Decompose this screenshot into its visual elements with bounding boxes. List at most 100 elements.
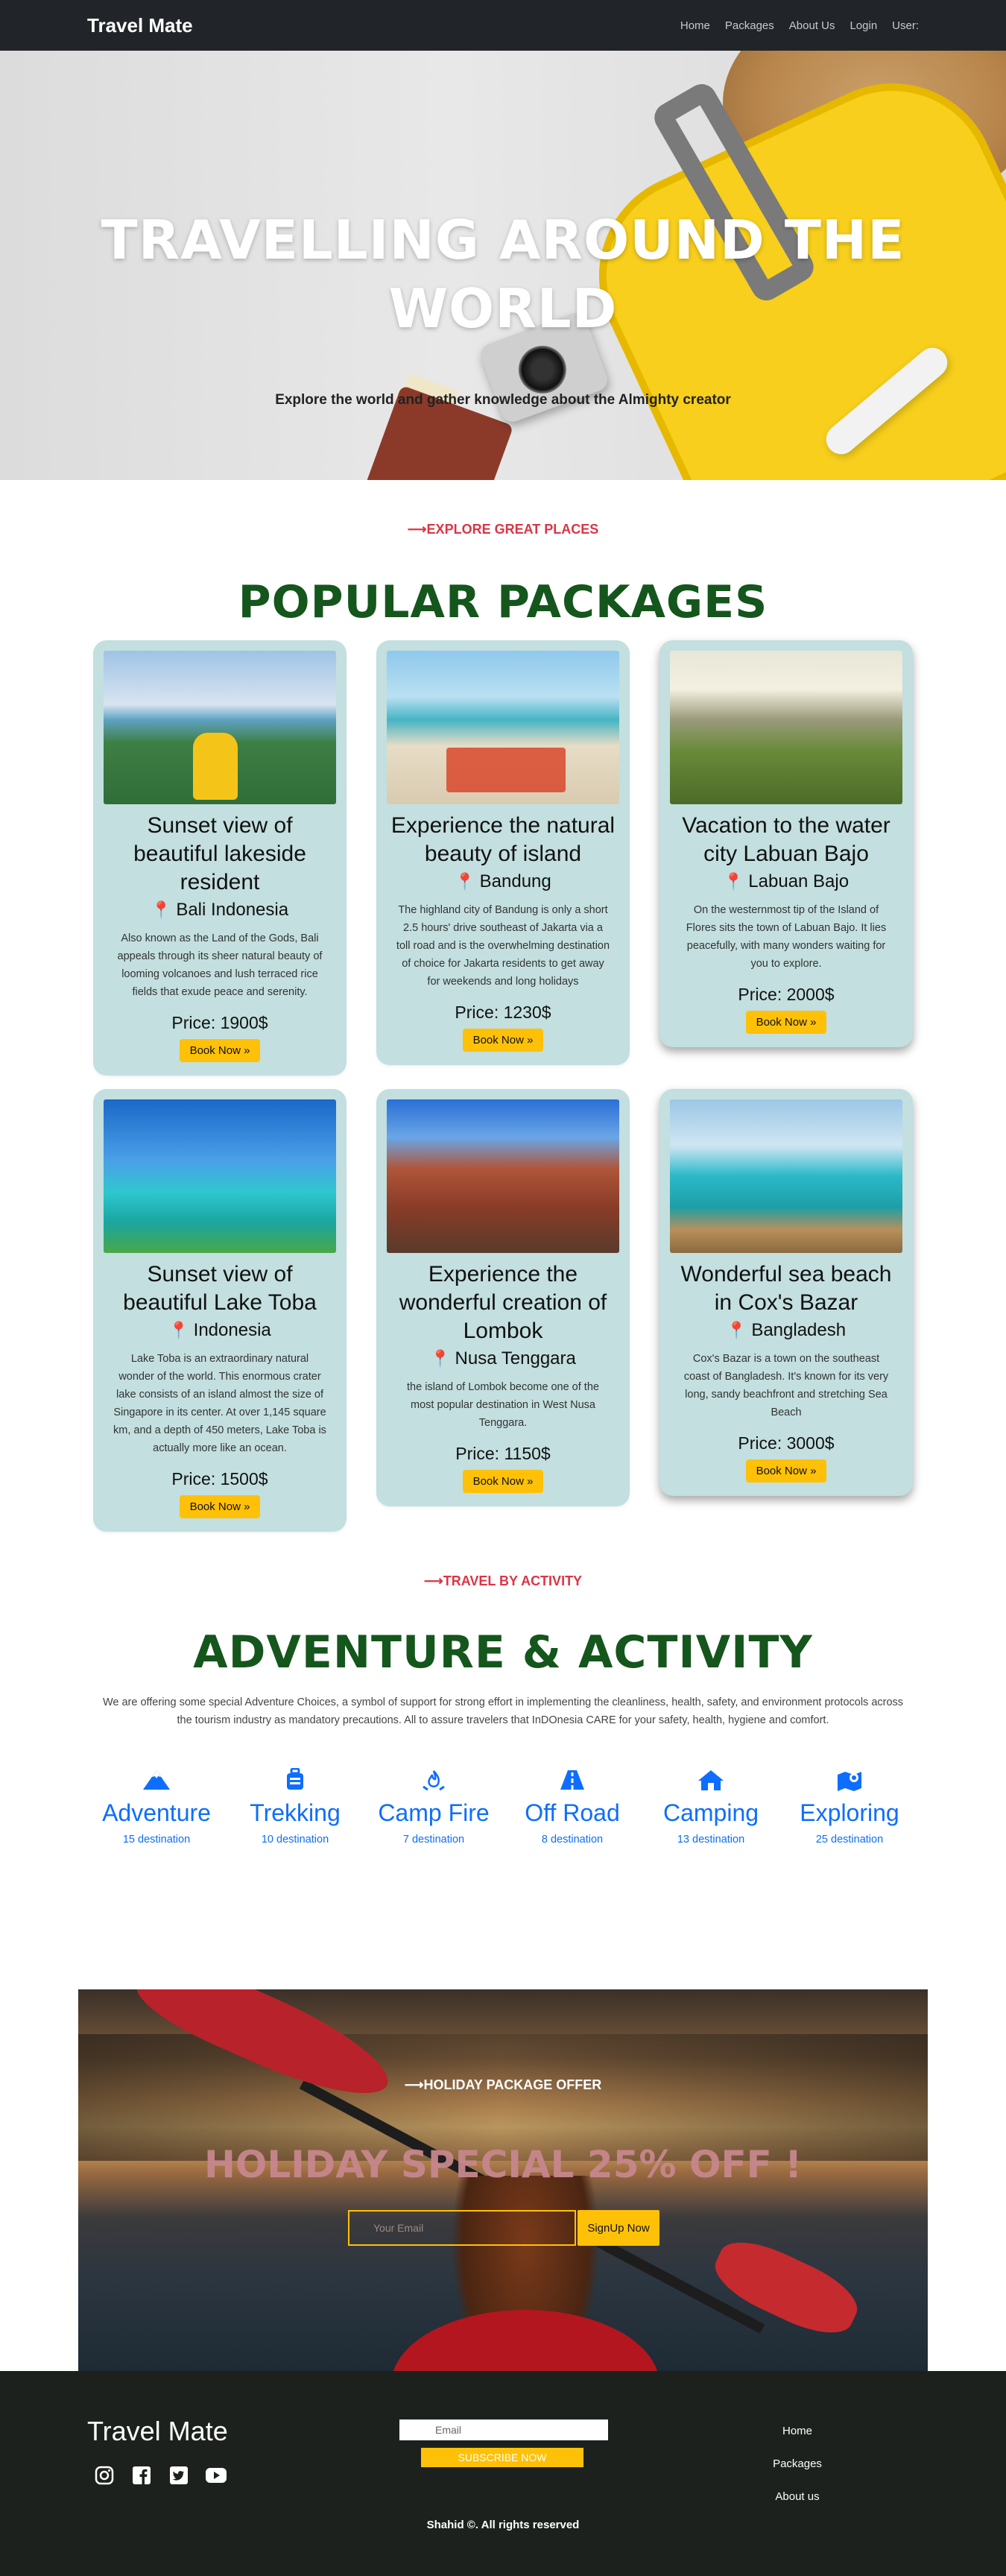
activity-count: 8 destination bbox=[541, 1834, 604, 1846]
package-location-text: Bandung bbox=[479, 871, 551, 891]
kayak-paddle-blade bbox=[706, 2229, 867, 2346]
package-price: Price: 1500$ bbox=[171, 1469, 268, 1489]
package-location-text: Indonesia bbox=[193, 1320, 271, 1340]
activity-list: Adventure 15 destination Trekking 10 des… bbox=[0, 1767, 1006, 1846]
package-location-text: Labuan Bajo bbox=[748, 871, 850, 891]
packages-grid: Sunset view of beautiful lakeside reside… bbox=[0, 640, 1006, 1532]
hero-subtitle: Explore the world and gather knowledge a… bbox=[275, 392, 731, 408]
packages-title: POPULAR PACKAGES bbox=[238, 576, 768, 628]
nav-packages-link[interactable]: Packages bbox=[725, 19, 774, 32]
activity-name: Off Road bbox=[525, 1799, 620, 1826]
package-description: The highland city of Bandung is only a s… bbox=[396, 904, 610, 988]
package-card: Sunset view of beautiful Lake Toba 📍 Indo… bbox=[93, 1089, 347, 1532]
campfire-icon bbox=[364, 1767, 503, 1793]
package-title: Experience the natural beauty of island bbox=[390, 813, 616, 866]
activity-offroad[interactable]: Off Road 8 destination bbox=[503, 1767, 642, 1846]
package-image bbox=[387, 651, 619, 804]
package-description: On the westernmost tip of the Island of … bbox=[686, 904, 887, 970]
activity-name: Camping bbox=[662, 1799, 759, 1826]
youtube-icon[interactable] bbox=[205, 2464, 227, 2487]
package-description: Lake Toba is an extraordinary natural wo… bbox=[113, 1353, 326, 1454]
activity-description: We are offering some special Adventure C… bbox=[102, 1696, 904, 1726]
package-description: Also known as the Land of the Gods, Bali… bbox=[117, 932, 323, 998]
footer-home-link[interactable]: Home bbox=[745, 2425, 850, 2437]
offer-title: HOLIDAY SPECIAL 25% OFF ! bbox=[203, 2143, 803, 2186]
package-title: Vacation to the water city Labuan Bajo bbox=[682, 813, 890, 866]
package-card: Sunset view of beautiful lakeside reside… bbox=[93, 640, 347, 1076]
navbar: Travel Mate Home Packages About Us Login… bbox=[0, 0, 1006, 51]
package-location: 📍 Indonesia bbox=[104, 1320, 336, 1341]
package-card: Experience the natural beauty of island … bbox=[376, 640, 630, 1065]
package-image bbox=[104, 651, 336, 804]
kayak-image bbox=[391, 2310, 659, 2371]
nav-user-link[interactable]: User: bbox=[892, 19, 919, 32]
package-description: Cox's Bazar is a town on the southeast c… bbox=[683, 1353, 889, 1418]
book-now-button[interactable]: Book Now » bbox=[179, 1039, 261, 1062]
nav-login-link[interactable]: Login bbox=[850, 19, 877, 32]
activity-campfire[interactable]: Camp Fire 7 destination bbox=[364, 1767, 503, 1846]
book-now-button[interactable]: Book Now » bbox=[462, 1470, 544, 1493]
package-description: the island of Lombok become one of the m… bbox=[407, 1381, 599, 1429]
footer-links: Home Packages About us bbox=[745, 2425, 850, 2523]
map-pin-icon: 📍 bbox=[726, 1321, 747, 1339]
package-title: Sunset view of beautiful lakeside reside… bbox=[133, 813, 306, 894]
nav-links: Home Packages About Us Login User: bbox=[680, 19, 919, 32]
footer-about-link[interactable]: About us bbox=[745, 2490, 850, 2503]
facebook-icon[interactable] bbox=[130, 2464, 153, 2487]
nav-home-link[interactable]: Home bbox=[680, 19, 710, 32]
instagram-icon[interactable] bbox=[93, 2464, 116, 2487]
activity-count: 15 destination bbox=[122, 1834, 191, 1846]
package-price: Price: 1150$ bbox=[455, 1444, 551, 1463]
package-location-text: Bangladesh bbox=[751, 1320, 847, 1340]
footer-packages-link[interactable]: Packages bbox=[745, 2457, 850, 2470]
road-icon bbox=[503, 1767, 642, 1793]
book-now-button[interactable]: Book Now » bbox=[745, 1011, 827, 1034]
book-now-button[interactable]: Book Now » bbox=[745, 1459, 827, 1483]
activity-count: 7 destination bbox=[402, 1834, 465, 1846]
package-location: 📍 Bandung bbox=[387, 871, 619, 892]
package-location: 📍 Labuan Bajo bbox=[670, 871, 902, 892]
map-pin-icon: 📍 bbox=[723, 872, 744, 891]
newsletter-email-input[interactable] bbox=[399, 2419, 608, 2440]
activity-trekking[interactable]: Trekking 10 destination bbox=[226, 1767, 364, 1846]
activity-name: Adventure bbox=[102, 1799, 211, 1826]
activity-title: ADVENTURE & ACTIVITY bbox=[193, 1626, 813, 1679]
activity-exploring[interactable]: Exploring 25 destination bbox=[780, 1767, 919, 1846]
activity-adventure[interactable]: Adventure 15 destination bbox=[87, 1767, 226, 1846]
package-location-text: Bali Indonesia bbox=[176, 900, 289, 920]
hero-title: TRAVELLING AROUND THE WORLD bbox=[101, 209, 905, 340]
signup-now-button[interactable]: SignUp Now bbox=[578, 2210, 659, 2246]
activity-count: 13 destination bbox=[677, 1834, 745, 1846]
holiday-offer-banner: ⟶HOLIDAY PACKAGE OFFER HOLIDAY SPECIAL 2… bbox=[78, 1989, 928, 2371]
package-image bbox=[387, 1099, 619, 1253]
offer-kicker: ⟶HOLIDAY PACKAGE OFFER bbox=[404, 2077, 602, 2092]
brand-logo[interactable]: Travel Mate bbox=[87, 14, 193, 37]
book-now-button[interactable]: Book Now » bbox=[179, 1495, 261, 1518]
activity-count: 25 destination bbox=[815, 1834, 884, 1846]
package-price: Price: 3000$ bbox=[738, 1433, 835, 1453]
package-title: Experience the wonderful creation of Lom… bbox=[399, 1262, 607, 1343]
footer-brand: Travel Mate bbox=[87, 2416, 228, 2446]
package-card: Wonderful sea beach in Cox's Bazar 📍 Bang… bbox=[659, 1089, 913, 1496]
nav-about-link[interactable]: About Us bbox=[789, 19, 835, 32]
activity-camping[interactable]: Camping 13 destination bbox=[642, 1767, 780, 1846]
hero-banner: TRAVELLING AROUND THE WORLD Explore the … bbox=[0, 51, 1006, 480]
package-location-text: Nusa Tenggara bbox=[455, 1348, 576, 1368]
footer: Travel Mate SUBSCRIBE NOW Home Packages … bbox=[0, 2371, 1006, 2576]
map-pin-icon: 📍 bbox=[455, 872, 475, 891]
package-price: Price: 1230$ bbox=[455, 1003, 551, 1022]
subscribe-button[interactable]: SUBSCRIBE NOW bbox=[421, 2448, 583, 2467]
book-now-button[interactable]: Book Now » bbox=[462, 1029, 544, 1052]
activity-name: Exploring bbox=[800, 1799, 899, 1826]
activity-name: Camp Fire bbox=[378, 1799, 490, 1826]
offer-email-input[interactable] bbox=[348, 2210, 576, 2246]
twitter-icon[interactable] bbox=[168, 2464, 190, 2487]
package-card: Vacation to the water city Labuan Bajo 📍… bbox=[659, 640, 913, 1047]
package-title: Sunset view of beautiful Lake Toba bbox=[123, 1262, 317, 1315]
packages-kicker: ⟶EXPLORE GREAT PLACES bbox=[407, 522, 599, 537]
package-location: 📍 Bali Indonesia bbox=[104, 900, 336, 921]
mountain-icon bbox=[87, 1767, 226, 1793]
offer-signup-form: SignUp Now bbox=[348, 2210, 659, 2246]
package-price: Price: 2000$ bbox=[738, 985, 835, 1004]
package-image bbox=[670, 651, 902, 804]
